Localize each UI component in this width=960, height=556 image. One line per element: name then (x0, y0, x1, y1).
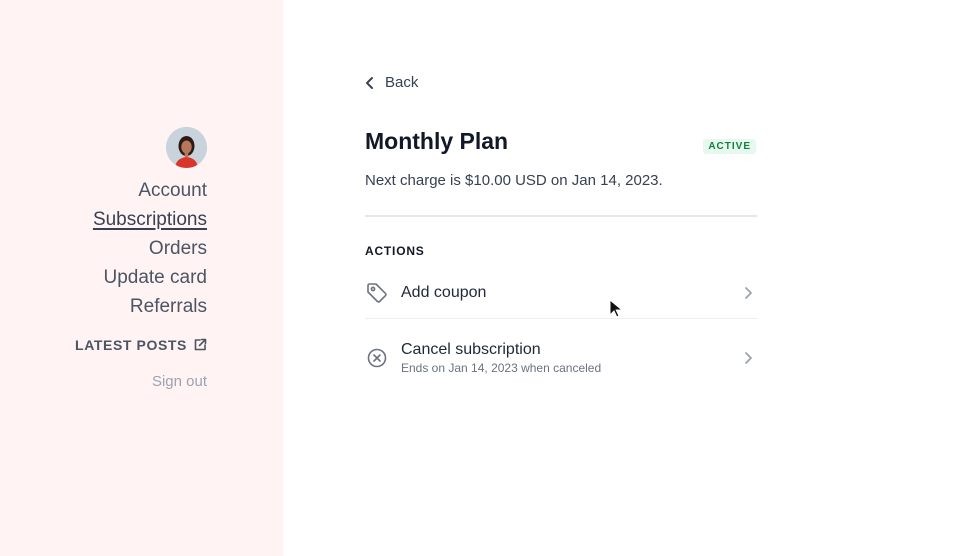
subscription-detail: Back Monthly Plan ACTIVE Next charge is … (365, 0, 757, 556)
cancel-subscription-text: Cancel subscription Ends on Jan 14, 2023… (401, 341, 741, 375)
plan-title: Monthly Plan (365, 128, 509, 154)
nav-subscriptions[interactable]: Subscriptions (93, 205, 207, 234)
chevron-right-icon (745, 352, 752, 364)
avatar[interactable] (166, 127, 207, 168)
divider (365, 215, 757, 217)
nav-referrals[interactable]: Referrals (93, 292, 207, 321)
add-coupon-action[interactable]: Add coupon (365, 267, 757, 319)
chevron-right-icon (745, 286, 752, 299)
mouse-cursor-icon (609, 299, 623, 318)
nav-orders[interactable]: Orders (93, 234, 207, 263)
next-charge-text: Next charge is $10.00 USD on Jan 14, 202… (365, 172, 663, 189)
actions-heading: ACTIONS (365, 244, 425, 258)
cancel-subscription-label: Cancel subscription (401, 341, 541, 358)
external-link-icon (194, 338, 207, 351)
add-coupon-label: Add coupon (401, 283, 487, 301)
nav-update-card[interactable]: Update card (93, 263, 207, 292)
latest-posts-link[interactable]: LATEST POSTS (75, 337, 207, 353)
back-button[interactable]: Back (365, 74, 418, 91)
cancel-subscription-subtext: Ends on Jan 14, 2023 when canceled (401, 361, 602, 375)
chevron-left-icon (366, 76, 373, 89)
x-circle-icon (367, 348, 387, 368)
sign-out-link[interactable]: Sign out (152, 373, 207, 390)
add-coupon-text: Add coupon (401, 284, 741, 302)
status-badge: ACTIVE (703, 139, 756, 154)
back-label: Back (385, 74, 419, 91)
sidebar-nav: Account Subscriptions Orders Update card… (93, 176, 207, 321)
latest-posts-label: LATEST POSTS (75, 337, 187, 353)
sidebar: Account Subscriptions Orders Update card… (0, 0, 283, 556)
cancel-subscription-action[interactable]: Cancel subscription Ends on Jan 14, 2023… (365, 332, 757, 384)
tag-icon (367, 282, 387, 303)
nav-account[interactable]: Account (93, 176, 207, 205)
